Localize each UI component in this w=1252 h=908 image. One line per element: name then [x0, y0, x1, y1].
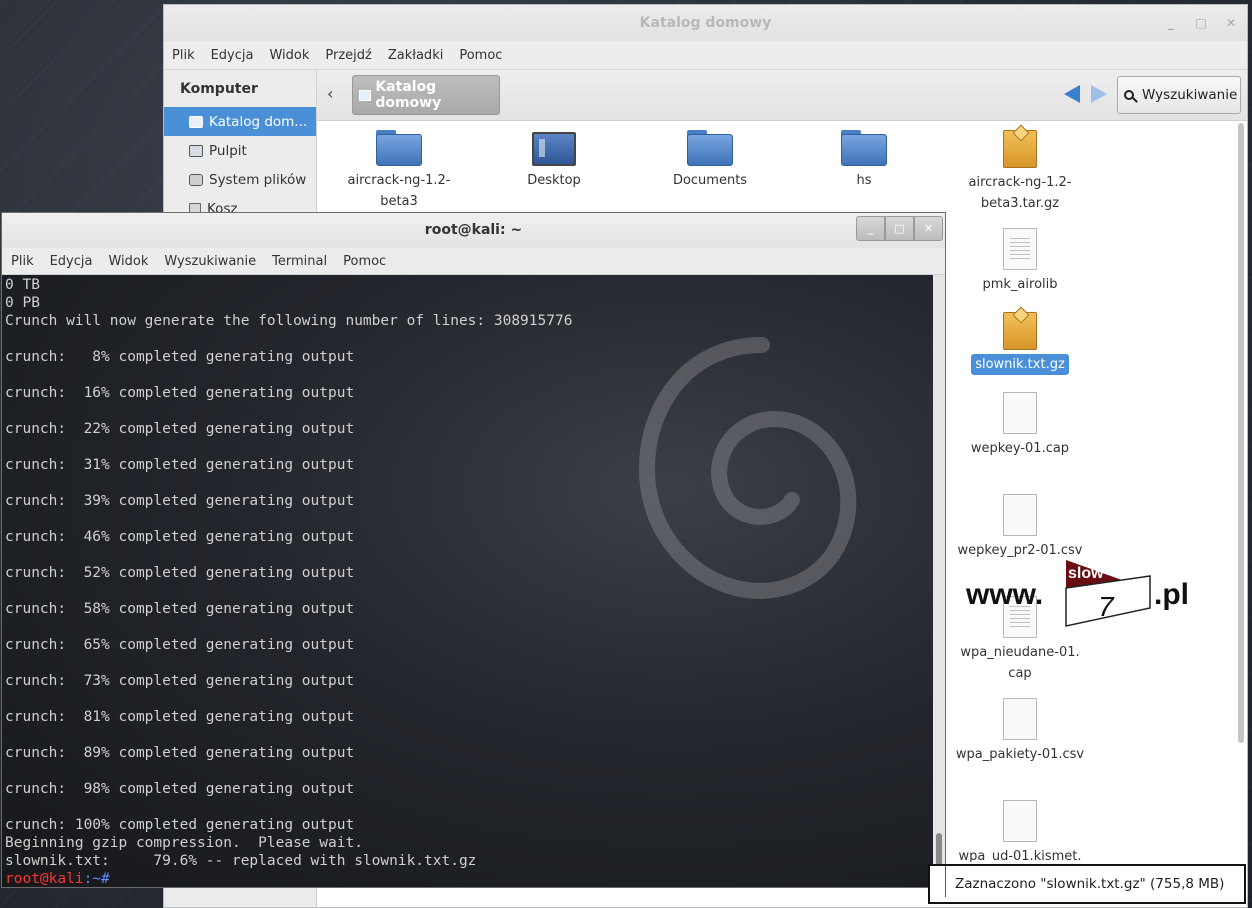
menu-edycja[interactable]: Edycja: [50, 254, 93, 269]
menu-wyszukiwanie[interactable]: Wyszukiwanie: [164, 254, 256, 269]
terminal-title: root@kali: ~: [424, 222, 523, 238]
file-name: pmk_airolib: [982, 277, 1058, 292]
window-title: Katalog domowy: [639, 15, 772, 31]
menu-zakladki[interactable]: Zakładki: [388, 48, 451, 63]
slow7-logo-icon: slow 7: [1065, 560, 1151, 627]
file-icon: [1003, 494, 1037, 536]
file-item-selected[interactable]: slownik.txt.gz: [950, 312, 1090, 375]
file-item[interactable]: wepkey_pr2-01.csv: [950, 494, 1090, 561]
maximize-button[interactable]: □: [1195, 5, 1207, 41]
menu-terminal[interactable]: Terminal: [272, 254, 327, 269]
file-item[interactable]: Documents: [640, 130, 780, 191]
terminal-window: root@kali: ~ _ □ ✕ Plik Edycja Widok Wys…: [1, 212, 946, 888]
back-arrow-icon[interactable]: [1064, 85, 1080, 103]
selection-status-bar: Zaznaczono "slownik.txt.gz" (755,8 MB): [928, 864, 1246, 904]
forward-arrow-icon[interactable]: [1091, 85, 1107, 103]
sidebar-item-label: Pulpit: [209, 142, 247, 159]
file-name: Documents: [672, 173, 748, 188]
file-name: wpa_ud-01.kismet.csv: [958, 849, 1082, 862]
prompt-user: root@kali: [5, 871, 84, 887]
folder-icon: [841, 130, 887, 166]
desktop-folder-icon: [532, 132, 576, 166]
breadcrumb-home-button[interactable]: Katalog domowy: [352, 75, 500, 115]
maximize-button[interactable]: □: [885, 216, 914, 241]
close-button[interactable]: ✕: [1225, 5, 1237, 41]
search-button[interactable]: Wyszukiwanie: [1117, 76, 1241, 114]
terminal-titlebar[interactable]: root@kali: ~ _ □ ✕: [2, 213, 945, 248]
file-item[interactable]: wpa_pakiety-01.csv: [950, 698, 1090, 765]
menu-plik[interactable]: Plik: [172, 48, 203, 63]
file-item[interactable]: pmk_airolib: [950, 228, 1090, 295]
file-item[interactable]: wepkey-01.cap: [950, 392, 1090, 459]
sidebar-item-label: System plików: [209, 171, 307, 188]
folder-icon: [687, 130, 733, 166]
svg-text:7: 7: [1098, 591, 1115, 622]
file-name: wepkey-01.cap: [970, 441, 1070, 456]
sidebar-item-home[interactable]: Katalog dom...: [164, 107, 316, 136]
menu-pomoc[interactable]: Pomoc: [343, 254, 386, 269]
file-name: Desktop: [527, 173, 581, 188]
menu-przejdz[interactable]: Przejdź: [325, 48, 379, 63]
close-button[interactable]: ✕: [914, 216, 943, 241]
home-icon: [189, 115, 203, 128]
archive-icon: [1003, 312, 1037, 350]
file-item[interactable]: Desktop: [484, 132, 624, 191]
breadcrumb-left-arrow[interactable]: ‹: [327, 84, 333, 103]
minimize-button[interactable]: _: [856, 216, 885, 241]
status-text: Zaznaczono "slownik.txt.gz" (755,8 MB): [955, 876, 1225, 892]
menu-widok[interactable]: Widok: [108, 254, 148, 269]
file-name: slownik.txt.gz: [971, 354, 1069, 375]
file-icon: [1003, 800, 1037, 842]
file-item[interactable]: aircrack-ng-1.2- beta3: [329, 130, 469, 212]
menu-edycja[interactable]: Edycja: [211, 48, 262, 63]
terminal-menubar: Plik Edycja Widok Wyszukiwanie Terminal …: [2, 248, 945, 275]
file-manager-titlebar[interactable]: Katalog domowy _ □ ✕: [164, 5, 1247, 42]
menu-widok[interactable]: Widok: [269, 48, 317, 63]
home-icon: [359, 89, 372, 101]
file-manager-menubar: Plik Edycja Widok Przejdź Zakładki Pomoc: [164, 41, 1247, 70]
minimize-button[interactable]: _: [1165, 5, 1177, 41]
file-view-scrollbar[interactable]: [1238, 123, 1244, 743]
terminal-output: 0 TB 0 PB Crunch will now generate the f…: [5, 277, 573, 887]
sidebar-item-desktop[interactable]: Pulpit: [164, 136, 316, 165]
file-manager-toolbar: ‹ Katalog domowy Wyszukiwanie: [317, 70, 1247, 121]
file-name: hs: [856, 173, 872, 188]
prompt-path: :~#: [83, 871, 110, 887]
file-name: wpa_pakiety-01.csv: [955, 747, 1085, 762]
file-item[interactable]: aircrack-ng-1.2- beta3.tar.gz: [950, 130, 1090, 214]
folder-icon: [376, 130, 422, 166]
sidebar-item-filesystem[interactable]: System plików: [164, 165, 316, 194]
svg-text:slow: slow: [1068, 565, 1104, 582]
watermark-prefix: www.: [966, 578, 1044, 611]
file-icon: [1003, 698, 1037, 740]
terminal-scrollbar[interactable]: [933, 275, 945, 887]
terminal-output-area[interactable]: 0 TB 0 PB Crunch will now generate the f…: [2, 275, 933, 887]
text-file-icon: [1003, 228, 1037, 270]
status-divider: [935, 866, 946, 897]
archive-icon: [1003, 130, 1037, 168]
file-icon: [1003, 392, 1037, 434]
drive-icon: [189, 173, 203, 186]
watermark-suffix: .pl: [1154, 578, 1189, 611]
file-item[interactable]: hs: [794, 130, 934, 191]
desktop-icon: [189, 144, 203, 157]
sidebar-item-label: Katalog dom...: [209, 113, 308, 130]
file-name: aircrack-ng-1.2- beta3: [347, 173, 451, 209]
file-item[interactable]: wpa_ud-01.kismet.csv: [950, 800, 1090, 862]
breadcrumb-label: Katalog domowy: [375, 79, 442, 111]
debian-swirl-icon: [638, 337, 857, 599]
search-label: Wyszukiwanie: [1142, 87, 1238, 103]
menu-plik[interactable]: Plik: [11, 254, 34, 269]
file-name: wpa_nieudane-01. cap: [960, 645, 1080, 681]
menu-pomoc[interactable]: Pomoc: [459, 48, 510, 63]
search-icon: [1124, 90, 1134, 100]
site-watermark: www. slow 7 .pl: [966, 558, 1196, 628]
sidebar-heading: Komputer: [180, 81, 258, 97]
file-name: aircrack-ng-1.2- beta3.tar.gz: [968, 175, 1072, 211]
